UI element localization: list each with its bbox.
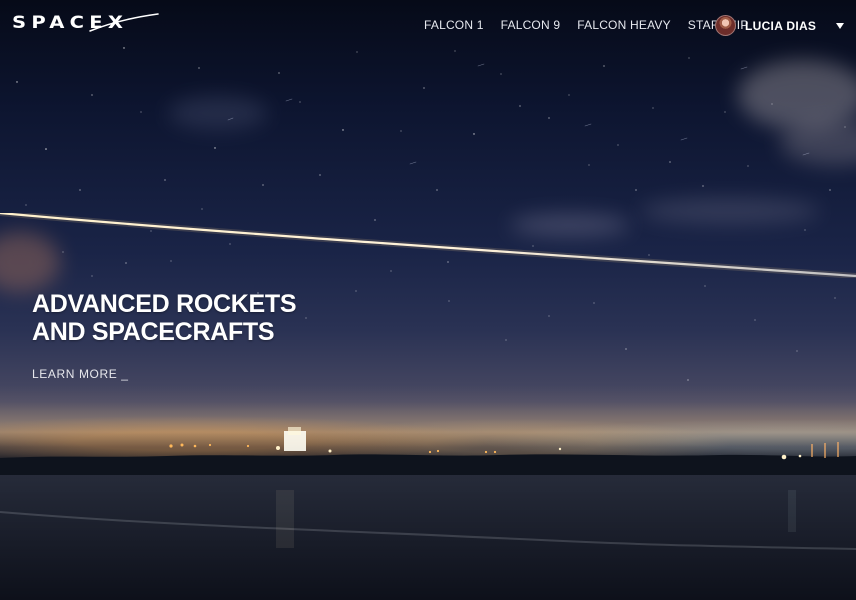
nav-falcon-1[interactable]: FALCON 1 [424,18,484,32]
user-name: LUCIA DIAS [745,18,817,33]
main-navigation: FALCON 1 FALCON 9 FALCON HEAVY STARSHIP [424,18,749,32]
top-navigation: SPACEX FALCON 1 FALCON 9 FALCON HEAVY ST… [0,0,856,52]
user-menu[interactable]: LUCIA DIAS [715,15,845,36]
water-reflection [0,490,856,550]
rocket-trail [0,213,856,278]
nav-falcon-9[interactable]: FALCON 9 [501,18,561,32]
spacex-logo[interactable]: SPACEX [12,13,159,32]
learn-more-link[interactable]: LEARN MORE _ [32,367,296,381]
hero-background: SPACEX FALCON 1 FALCON 9 FALCON HEAVY ST… [0,0,856,600]
hero-title-line-1: ADVANCED ROCKETS [32,290,297,318]
horizon-lights [0,427,856,475]
hero-title-line-2: AND SPACECRAFTS [32,318,275,346]
avatar [715,15,736,36]
logo-swoosh-icon [89,13,159,32]
hero-content: ADVANCED ROCKETS AND SPACECRAFTS LEARN M… [32,290,297,381]
nav-falcon-heavy[interactable]: FALCON HEAVY [577,18,671,32]
hero-title: ADVANCED ROCKETS AND SPACECRAFTS [32,290,297,346]
chevron-down-icon[interactable] [835,21,845,31]
